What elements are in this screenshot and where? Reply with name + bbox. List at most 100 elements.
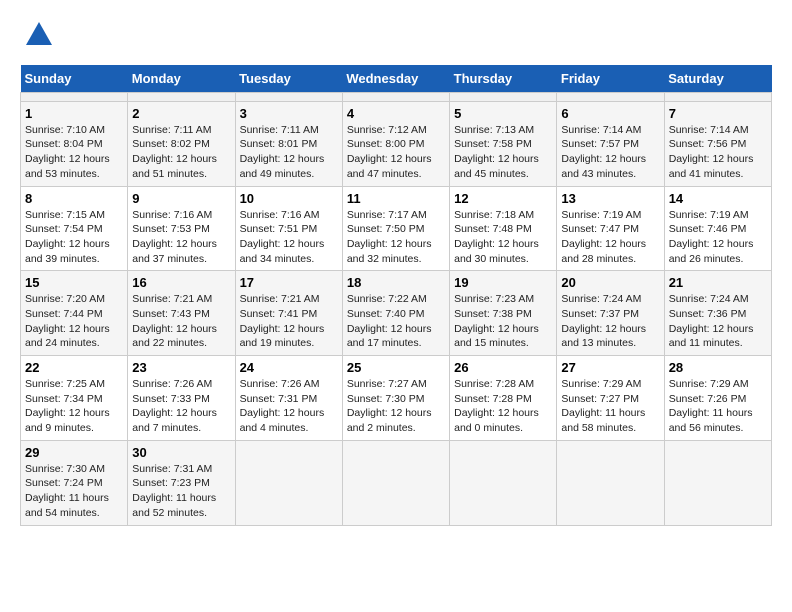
calendar-cell: 14 Sunrise: 7:19 AM Sunset: 7:46 PM Dayli… [664, 186, 771, 271]
calendar-cell: 23 Sunrise: 7:26 AM Sunset: 7:33 PM Dayli… [128, 356, 235, 441]
day-number: 21 [669, 275, 767, 290]
header-sunday: Sunday [21, 65, 128, 93]
calendar-cell: 29Sunrise: 7:30 AM Sunset: 7:24 PM Dayli… [21, 440, 128, 525]
day-number: 1 [25, 106, 123, 121]
day-detail: Sunrise: 7:14 AM Sunset: 7:57 PM Dayligh… [561, 123, 659, 182]
calendar-cell [557, 92, 664, 101]
day-detail: Sunrise: 7:11 AM Sunset: 8:02 PM Dayligh… [132, 123, 230, 182]
calendar-cell: 25 Sunrise: 7:27 AM Sunset: 7:30 PM Dayli… [342, 356, 449, 441]
calendar-cell [235, 440, 342, 525]
day-number: 4 [347, 106, 445, 121]
day-number: 23 [132, 360, 230, 375]
calendar-cell [342, 92, 449, 101]
calendar-cell: 8 Sunrise: 7:15 AM Sunset: 7:54 PM Daylig… [21, 186, 128, 271]
day-detail: Sunrise: 7:13 AM Sunset: 7:58 PM Dayligh… [454, 123, 552, 182]
day-number: 5 [454, 106, 552, 121]
calendar-week-row: 29Sunrise: 7:30 AM Sunset: 7:24 PM Dayli… [21, 440, 772, 525]
calendar-cell: 22Sunrise: 7:25 AM Sunset: 7:34 PM Dayli… [21, 356, 128, 441]
calendar-cell: 19Sunrise: 7:23 AM Sunset: 7:38 PM Dayli… [450, 271, 557, 356]
day-detail: Sunrise: 7:24 AM Sunset: 7:36 PM Dayligh… [669, 292, 767, 351]
day-detail: Sunrise: 7:14 AM Sunset: 7:56 PM Dayligh… [669, 123, 767, 182]
day-number: 7 [669, 106, 767, 121]
calendar-cell: 6 Sunrise: 7:14 AM Sunset: 7:57 PM Daylig… [557, 101, 664, 186]
day-number: 27 [561, 360, 659, 375]
calendar-cell: 26Sunrise: 7:28 AM Sunset: 7:28 PM Dayli… [450, 356, 557, 441]
day-number: 25 [347, 360, 445, 375]
day-detail: Sunrise: 7:19 AM Sunset: 7:47 PM Dayligh… [561, 208, 659, 267]
calendar-header-row: SundayMondayTuesdayWednesdayThursdayFrid… [21, 65, 772, 93]
day-detail: Sunrise: 7:16 AM Sunset: 7:51 PM Dayligh… [240, 208, 338, 267]
calendar-cell: 10 Sunrise: 7:16 AM Sunset: 7:51 PM Dayli… [235, 186, 342, 271]
day-detail: Sunrise: 7:29 AM Sunset: 7:26 PM Dayligh… [669, 377, 767, 436]
calendar-cell: 27 Sunrise: 7:29 AM Sunset: 7:27 PM Dayli… [557, 356, 664, 441]
calendar-cell: 5 Sunrise: 7:13 AM Sunset: 7:58 PM Daylig… [450, 101, 557, 186]
day-detail: Sunrise: 7:29 AM Sunset: 7:27 PM Dayligh… [561, 377, 659, 436]
day-number: 26 [454, 360, 552, 375]
logo [20, 20, 54, 55]
day-number: 18 [347, 275, 445, 290]
day-number: 15 [25, 275, 123, 290]
calendar-cell [664, 92, 771, 101]
calendar-cell [128, 92, 235, 101]
day-number: 16 [132, 275, 230, 290]
day-detail: Sunrise: 7:15 AM Sunset: 7:54 PM Dayligh… [25, 208, 123, 267]
day-number: 22 [25, 360, 123, 375]
calendar-cell: 15 Sunrise: 7:20 AM Sunset: 7:44 PM Dayli… [21, 271, 128, 356]
header-monday: Monday [128, 65, 235, 93]
day-number: 11 [347, 191, 445, 206]
day-detail: Sunrise: 7:20 AM Sunset: 7:44 PM Dayligh… [25, 292, 123, 351]
calendar-cell: 20 Sunrise: 7:24 AM Sunset: 7:37 PM Dayli… [557, 271, 664, 356]
day-detail: Sunrise: 7:16 AM Sunset: 7:53 PM Dayligh… [132, 208, 230, 267]
day-detail: Sunrise: 7:24 AM Sunset: 7:37 PM Dayligh… [561, 292, 659, 351]
calendar-week-row: 8 Sunrise: 7:15 AM Sunset: 7:54 PM Daylig… [21, 186, 772, 271]
logo-icon [24, 20, 54, 50]
page-header [20, 20, 772, 55]
calendar-cell: 12 Sunrise: 7:18 AM Sunset: 7:48 PM Dayli… [450, 186, 557, 271]
calendar-week-row: 1 Sunrise: 7:10 AM Sunset: 8:04 PM Daylig… [21, 101, 772, 186]
calendar-cell: 1 Sunrise: 7:10 AM Sunset: 8:04 PM Daylig… [21, 101, 128, 186]
day-number: 20 [561, 275, 659, 290]
day-number: 14 [669, 191, 767, 206]
day-detail: Sunrise: 7:10 AM Sunset: 8:04 PM Dayligh… [25, 123, 123, 182]
day-detail: Sunrise: 7:19 AM Sunset: 7:46 PM Dayligh… [669, 208, 767, 267]
day-detail: Sunrise: 7:26 AM Sunset: 7:33 PM Dayligh… [132, 377, 230, 436]
day-detail: Sunrise: 7:26 AM Sunset: 7:31 PM Dayligh… [240, 377, 338, 436]
day-number: 10 [240, 191, 338, 206]
day-number: 6 [561, 106, 659, 121]
calendar-cell: 18 Sunrise: 7:22 AM Sunset: 7:40 PM Dayli… [342, 271, 449, 356]
calendar-cell [21, 92, 128, 101]
calendar-cell [557, 440, 664, 525]
day-number: 19 [454, 275, 552, 290]
calendar-cell: 21 Sunrise: 7:24 AM Sunset: 7:36 PM Dayli… [664, 271, 771, 356]
calendar-week-row [21, 92, 772, 101]
day-detail: Sunrise: 7:17 AM Sunset: 7:50 PM Dayligh… [347, 208, 445, 267]
calendar-cell: 3 Sunrise: 7:11 AM Sunset: 8:01 PM Daylig… [235, 101, 342, 186]
calendar-cell: 7 Sunrise: 7:14 AM Sunset: 7:56 PM Daylig… [664, 101, 771, 186]
calendar-cell: 11 Sunrise: 7:17 AM Sunset: 7:50 PM Dayli… [342, 186, 449, 271]
calendar-table: SundayMondayTuesdayWednesdayThursdayFrid… [20, 65, 772, 526]
day-number: 8 [25, 191, 123, 206]
calendar-cell [342, 440, 449, 525]
calendar-cell: 16Sunrise: 7:21 AM Sunset: 7:43 PM Dayli… [128, 271, 235, 356]
calendar-week-row: 22Sunrise: 7:25 AM Sunset: 7:34 PM Dayli… [21, 356, 772, 441]
calendar-cell [450, 92, 557, 101]
day-number: 13 [561, 191, 659, 206]
day-detail: Sunrise: 7:11 AM Sunset: 8:01 PM Dayligh… [240, 123, 338, 182]
day-number: 12 [454, 191, 552, 206]
calendar-cell: 2 Sunrise: 7:11 AM Sunset: 8:02 PM Daylig… [128, 101, 235, 186]
day-number: 9 [132, 191, 230, 206]
calendar-cell: 9 Sunrise: 7:16 AM Sunset: 7:53 PM Daylig… [128, 186, 235, 271]
calendar-cell: 4 Sunrise: 7:12 AM Sunset: 8:00 PM Daylig… [342, 101, 449, 186]
day-detail: Sunrise: 7:22 AM Sunset: 7:40 PM Dayligh… [347, 292, 445, 351]
calendar-cell: 24Sunrise: 7:26 AM Sunset: 7:31 PM Dayli… [235, 356, 342, 441]
day-number: 2 [132, 106, 230, 121]
header-tuesday: Tuesday [235, 65, 342, 93]
day-number: 3 [240, 106, 338, 121]
calendar-cell [450, 440, 557, 525]
day-detail: Sunrise: 7:18 AM Sunset: 7:48 PM Dayligh… [454, 208, 552, 267]
calendar-week-row: 15 Sunrise: 7:20 AM Sunset: 7:44 PM Dayli… [21, 271, 772, 356]
calendar-cell [664, 440, 771, 525]
day-detail: Sunrise: 7:12 AM Sunset: 8:00 PM Dayligh… [347, 123, 445, 182]
day-detail: Sunrise: 7:27 AM Sunset: 7:30 PM Dayligh… [347, 377, 445, 436]
calendar-cell: 13 Sunrise: 7:19 AM Sunset: 7:47 PM Dayli… [557, 186, 664, 271]
